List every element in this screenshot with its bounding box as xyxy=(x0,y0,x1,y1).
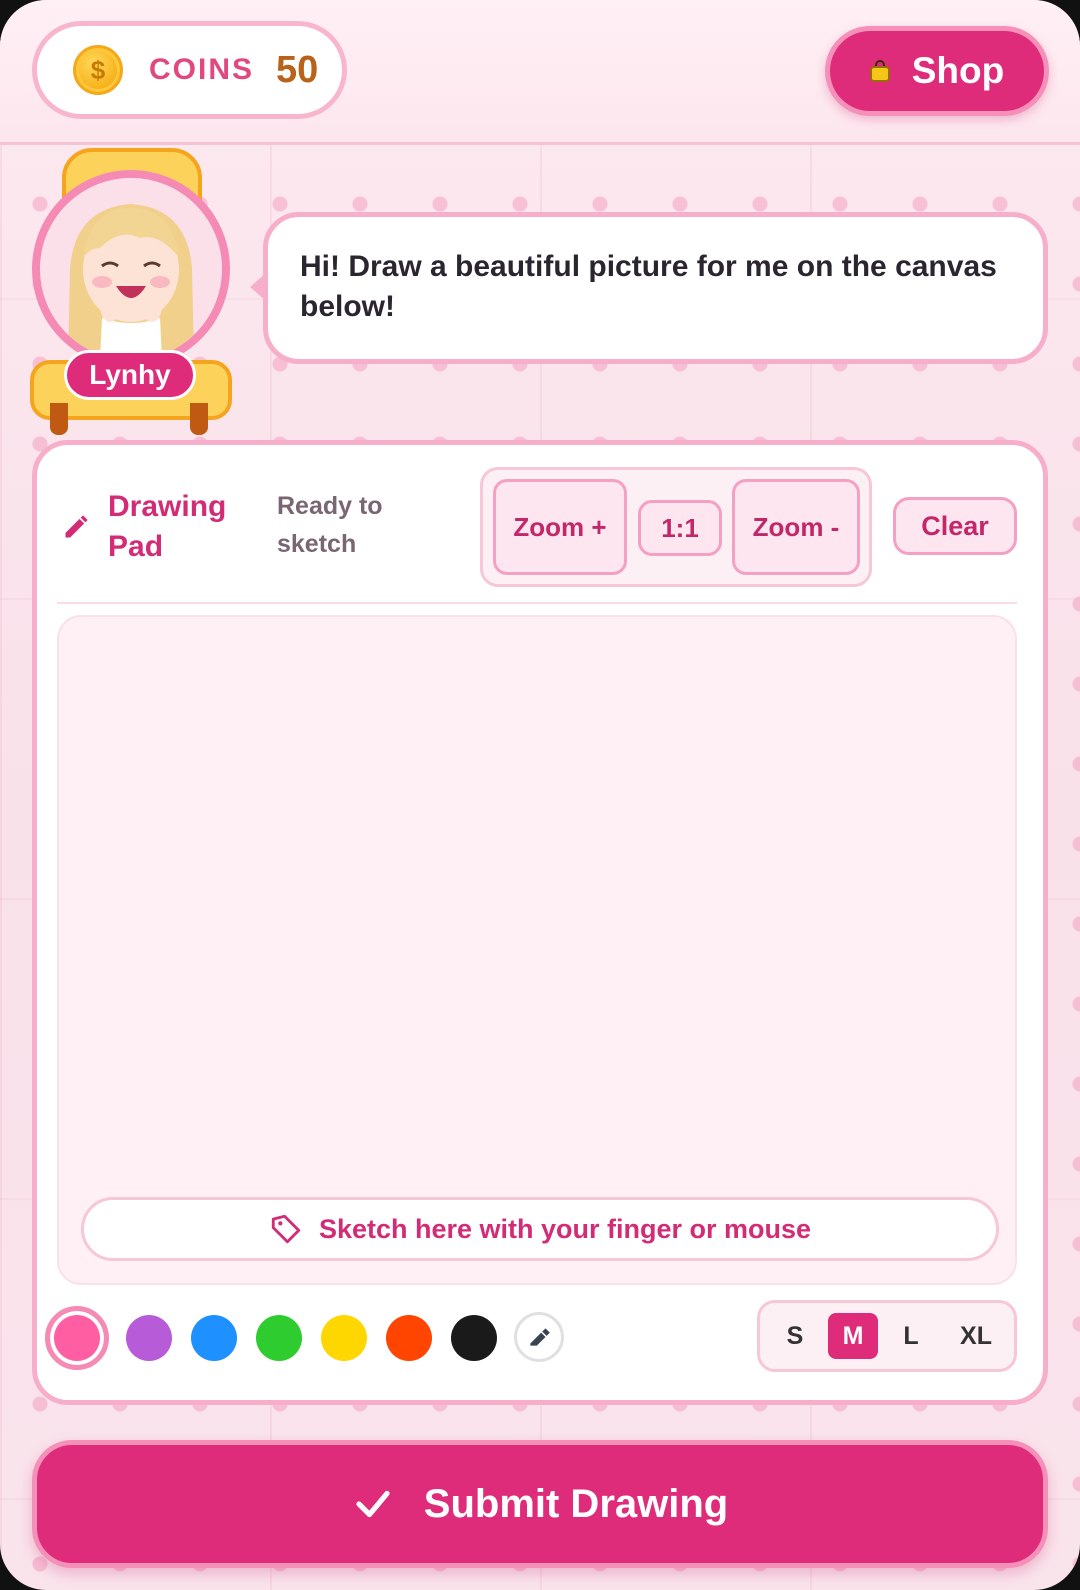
drawing-panel: Drawing Pad Ready to sketch Zoom + 1:1 Z… xyxy=(32,440,1048,1405)
reset-zoom-button[interactable]: 1:1 xyxy=(638,500,722,556)
brush-size-l[interactable]: L xyxy=(888,1313,934,1359)
top-bar: $ COINS 50 Shop xyxy=(0,0,1080,145)
game-screen: $ COINS 50 Shop Lynhy Hi! Draw a beautif… xyxy=(0,0,1080,1590)
pencil-icon xyxy=(65,515,88,538)
character-avatar xyxy=(32,170,230,368)
chair-leg xyxy=(50,403,68,435)
shop-label: Shop xyxy=(911,50,1005,91)
speech-bubble: Hi! Draw a beautiful picture for me on t… xyxy=(250,212,1048,364)
character-portrait xyxy=(40,178,222,360)
drawing-canvas[interactable]: Sketch here with your finger or mouse xyxy=(57,615,1017,1285)
canvas-hint: Sketch here with your finger or mouse xyxy=(81,1197,999,1261)
submit-label: Submit Drawing xyxy=(423,1481,729,1526)
color-swatch-green[interactable] xyxy=(256,1315,302,1361)
submit-drawing-button[interactable]: Submit Drawing xyxy=(32,1440,1048,1568)
eraser-button[interactable] xyxy=(514,1312,564,1362)
brush-size-s[interactable]: S xyxy=(774,1313,816,1359)
shop-button[interactable]: Shop xyxy=(825,26,1049,116)
brush-size-xl[interactable]: XL xyxy=(946,1313,1006,1359)
zoom-out-button[interactable]: Zoom - xyxy=(732,479,860,575)
clear-button[interactable]: Clear xyxy=(893,497,1017,555)
drawing-pad-title: Drawing Pad xyxy=(108,490,227,563)
divider xyxy=(57,602,1017,604)
brush-size-selector: S M L XL xyxy=(757,1300,1017,1372)
brush-size-m[interactable]: M xyxy=(828,1313,878,1359)
color-swatch-black[interactable] xyxy=(451,1315,497,1361)
character: Lynhy xyxy=(30,148,235,438)
eraser-icon xyxy=(530,1328,550,1346)
color-swatch-orange[interactable] xyxy=(386,1315,432,1361)
coins-label: COINS xyxy=(149,53,255,86)
canvas-hint-text: Sketch here with your finger or mouse xyxy=(318,1213,812,1244)
color-swatch-purple[interactable] xyxy=(126,1315,172,1361)
drawing-status: Ready to sketch xyxy=(277,492,383,558)
shopping-bag-icon xyxy=(869,60,890,82)
chair-leg xyxy=(190,403,208,435)
zoom-controls: Zoom + 1:1 Zoom - xyxy=(480,467,872,587)
color-swatch-blue[interactable] xyxy=(191,1315,237,1361)
character-name-tag: Lynhy xyxy=(64,350,196,400)
tag-icon xyxy=(271,1214,301,1244)
coin-icon: $ xyxy=(73,45,123,95)
coins-counter: $ COINS 50 xyxy=(32,21,347,119)
zoom-in-button[interactable]: Zoom + xyxy=(493,479,627,575)
checkmark-icon xyxy=(356,1490,390,1518)
color-swatch-yellow[interactable] xyxy=(321,1315,367,1361)
coins-value: 50 xyxy=(276,48,319,91)
color-swatch-pink[interactable] xyxy=(45,1306,109,1370)
drawing-pad-header: Drawing Pad xyxy=(62,487,248,567)
